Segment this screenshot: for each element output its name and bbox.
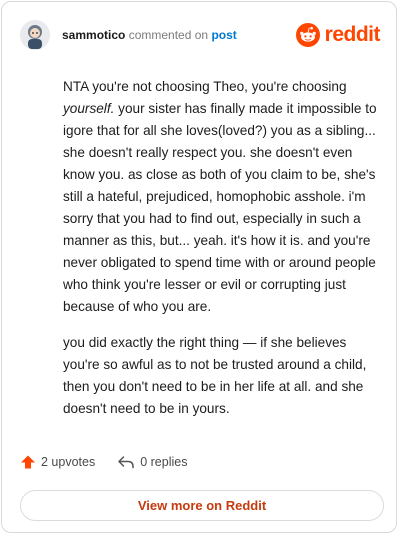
comment-paragraph-2: you did exactly the right thing — if she… [63, 335, 367, 416]
action-text: commented on [128, 28, 209, 42]
avatar-icon [20, 20, 50, 50]
reply-arrow-icon [118, 456, 134, 469]
avatar[interactable] [20, 20, 50, 50]
upvote-arrow-icon [21, 455, 35, 469]
comment-meta: sammotico commented on post [62, 28, 237, 42]
reddit-snoo-icon [295, 23, 320, 47]
comment-paragraph-1: NTA you're not choosing Theo, you're cho… [63, 79, 377, 314]
view-more-on-reddit-button[interactable]: View more on Reddit [20, 490, 384, 521]
upvote-button[interactable]: 2 upvotes [20, 454, 95, 470]
reply-count: 0 replies [140, 455, 188, 469]
comment-actions: 2 upvotes 0 replies [20, 454, 187, 470]
comment-body: NTA you're not choosing Theo, you're cho… [63, 76, 379, 434]
reddit-wordmark: reddit [324, 23, 381, 46]
reply-button[interactable]: 0 replies [117, 454, 187, 470]
post-link[interactable]: post [211, 28, 236, 42]
reddit-logo[interactable]: reddit [295, 23, 381, 47]
upvote-count: 2 upvotes [41, 455, 96, 469]
comment-embed-card: sammotico commented on post reddit NTA y… [1, 1, 397, 533]
username-link[interactable]: sammotico [62, 28, 125, 42]
comment-header: sammotico commented on post reddit [20, 18, 381, 52]
